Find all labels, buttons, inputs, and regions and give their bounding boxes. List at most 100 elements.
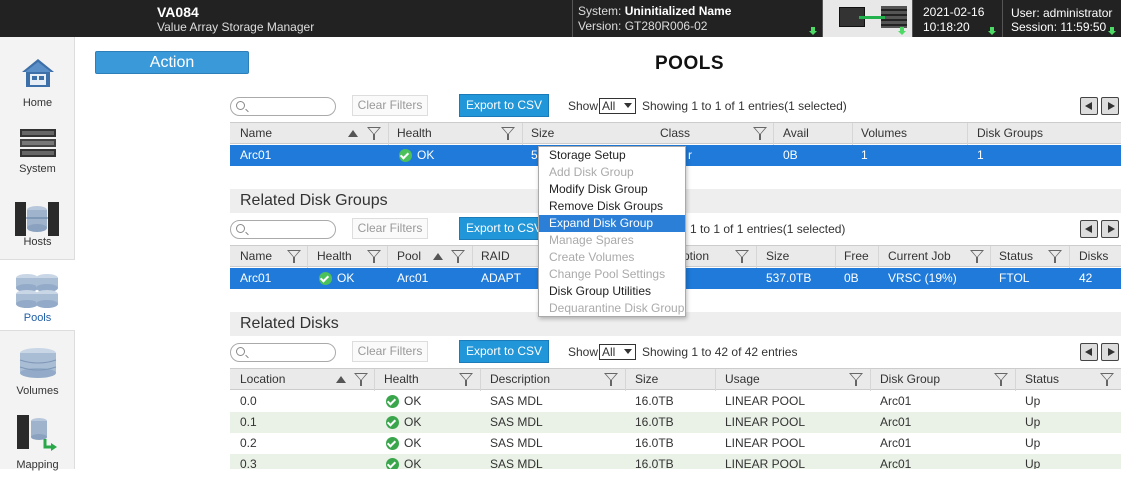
disk-groups-entries-info: 1 to 1 of 1 entries(1 selected) [690,222,846,236]
menu-item-disk-group-utilities[interactable]: Disk Group Utilities [539,283,685,300]
pools-clear-filters-button[interactable]: Clear Filters [352,95,428,116]
col-header-class[interactable]: Class [660,126,690,140]
table-row[interactable]: 0.2 OK SAS MDL 16.0TB LINEAR POOL Arc01 … [230,433,1121,454]
col-header-pool[interactable]: Pool [397,249,421,263]
col-header-size[interactable]: Size [531,126,554,140]
menu-item-expand-disk-group[interactable]: Expand Disk Group [539,215,685,232]
filter-icon[interactable] [367,127,381,140]
filter-icon[interactable] [354,373,368,386]
col-header-disks[interactable]: Disks [1079,249,1108,263]
col-header-status[interactable]: Status [999,249,1033,263]
cell-size: 16.0TB [635,436,674,450]
cell-location: 0.3 [240,457,257,469]
disk-groups-prev-page-button[interactable] [1080,220,1098,238]
cell-status: FTOL [999,271,1030,285]
header-user[interactable]: User: administrator [1011,6,1112,20]
col-header-description[interactable]: ption [683,249,709,263]
col-header-disk-group[interactable]: Disk Group [880,372,940,386]
volumes-icon [19,348,57,378]
menu-item-remove-disk-groups[interactable]: Remove Disk Groups [539,198,685,215]
col-header-name[interactable]: Name [240,126,272,140]
datetime-dropdown-icon[interactable] [988,27,996,35]
sidebar-item-mapping[interactable]: Mapping [0,409,75,481]
sidebar-label-system: System [19,163,56,175]
filter-icon[interactable] [459,373,473,386]
disks-next-page-button[interactable] [1101,343,1119,361]
app-code: VA084 [157,4,199,20]
table-row[interactable]: 0.1 OK SAS MDL 16.0TB LINEAR POOL Arc01 … [230,412,1121,433]
filter-icon[interactable] [1048,250,1062,263]
disk-groups-next-page-button[interactable] [1101,220,1119,238]
filter-icon[interactable] [501,127,515,140]
col-header-raid[interactable]: RAID [481,249,510,263]
disks-show-select[interactable]: All [599,344,636,360]
disks-search-input[interactable] [230,343,336,362]
pools-show-select[interactable]: All [599,98,636,114]
col-header-volumes[interactable]: Volumes [861,126,907,140]
filter-icon[interactable] [1100,373,1114,386]
filter-icon[interactable] [753,127,767,140]
pools-search-input[interactable] [230,97,336,116]
disk-groups-clear-filters-button[interactable]: Clear Filters [352,218,428,239]
sidebar: Home System Hosts Pools Volumes Mapping [0,37,75,471]
sort-asc-icon[interactable] [336,376,346,383]
pools-next-page-button[interactable] [1101,97,1119,115]
search-icon [236,347,245,356]
cell-raid: ADAPT [481,271,522,285]
sort-asc-icon[interactable] [348,130,358,137]
user-dropdown-icon[interactable] [1108,27,1116,35]
col-header-usage[interactable]: Usage [725,372,760,386]
filter-icon[interactable] [287,250,301,263]
table-row[interactable]: 0.0 OK SAS MDL 16.0TB LINEAR POOL Arc01 … [230,391,1121,412]
col-header-name[interactable]: Name [240,249,272,263]
menu-item-modify-disk-group[interactable]: Modify Disk Group [539,181,685,198]
col-header-current-job[interactable]: Current Job [888,249,951,263]
filter-icon[interactable] [994,373,1008,386]
disks-clear-filters-button[interactable]: Clear Filters [352,341,428,362]
sidebar-item-system[interactable]: System [0,119,75,191]
table-row[interactable]: 0.3 OK SAS MDL 16.0TB LINEAR POOL Arc01 … [230,454,1121,469]
cell-usage: LINEAR POOL [725,415,806,429]
system-dropdown-icon[interactable] [809,27,817,35]
col-header-size[interactable]: Size [766,249,789,263]
col-header-avail[interactable]: Avail [783,126,809,140]
sort-asc-icon[interactable] [433,253,443,260]
sidebar-item-hosts[interactable]: Hosts [0,192,75,264]
menu-item-storage-setup[interactable]: Storage Setup [539,147,685,164]
disk-groups-export-csv-button[interactable]: Export to CSV [459,217,549,240]
action-button[interactable]: Action [95,51,249,74]
cell-status: Up [1025,436,1041,450]
pools-export-csv-button[interactable]: Export to CSV [459,94,549,117]
sidebar-item-home[interactable]: Home [0,45,75,117]
cell-location: 0.0 [240,394,257,408]
col-header-free[interactable]: Free [844,249,869,263]
filter-icon[interactable] [849,373,863,386]
disk-groups-search-input[interactable] [230,220,336,239]
sidebar-label-mapping: Mapping [16,459,59,471]
col-header-size[interactable]: Size [635,372,658,386]
device-dropdown-icon[interactable] [898,27,906,35]
filter-icon[interactable] [604,373,618,386]
col-header-health[interactable]: Health [397,126,432,140]
sidebar-item-volumes[interactable]: Volumes [0,337,75,409]
col-header-disk-groups[interactable]: Disk Groups [977,126,1043,140]
col-header-status[interactable]: Status [1025,372,1059,386]
col-header-health[interactable]: Health [317,249,352,263]
filter-icon[interactable] [367,250,381,263]
disks-export-csv-button[interactable]: Export to CSV [459,340,549,363]
pools-prev-page-button[interactable] [1080,97,1098,115]
filter-icon[interactable] [451,250,465,263]
pools-entries-info: Showing 1 to 1 of 1 entries(1 selected) [642,99,847,113]
system-icon [20,129,56,157]
disks-prev-page-button[interactable] [1080,343,1098,361]
link-arrow-icon [859,16,885,19]
cell-description: SAS MDL [490,436,543,450]
menu-item-manage-spares: Manage Spares [549,233,634,247]
filter-icon[interactable] [735,250,749,263]
col-header-health[interactable]: Health [384,372,419,386]
sidebar-item-pools[interactable]: Pools [0,259,75,331]
search-icon [236,101,245,110]
col-header-description[interactable]: Description [490,372,550,386]
col-header-location[interactable]: Location [240,372,285,386]
filter-icon[interactable] [970,250,984,263]
